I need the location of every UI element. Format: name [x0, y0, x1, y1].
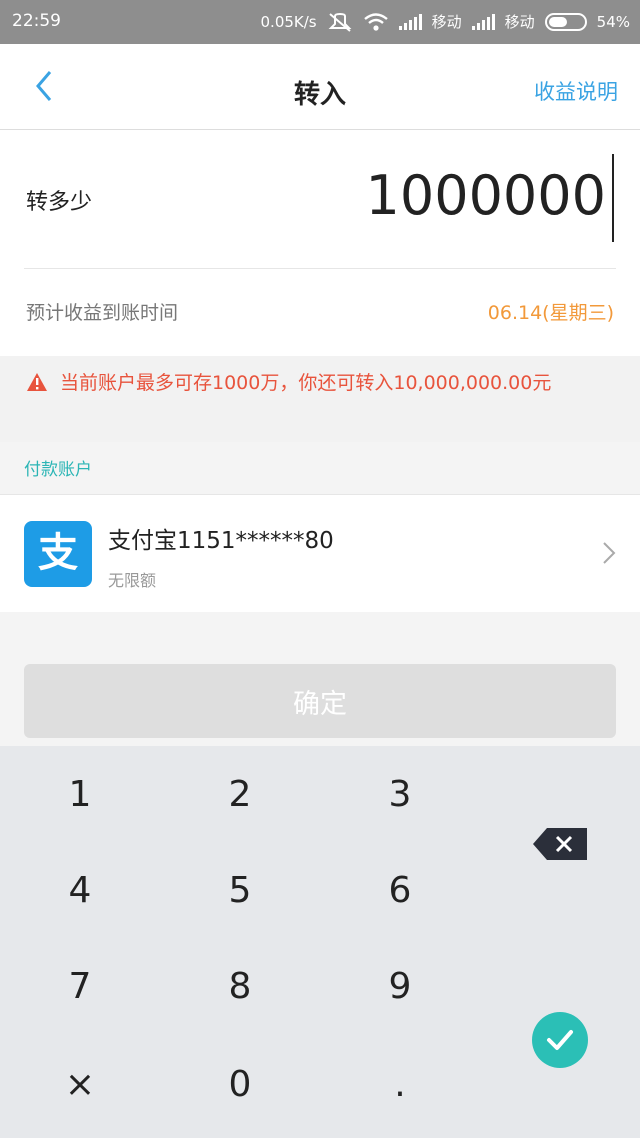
mute-icon [328, 12, 352, 32]
confirm-key[interactable] [532, 1012, 588, 1068]
network-speed: 0.05K/s [260, 12, 317, 31]
chevron-right-icon [603, 542, 616, 564]
key-8[interactable]: 8 [160, 938, 320, 1034]
signal-icon [398, 13, 422, 30]
warning-text: 当前账户最多可存1000万，你还可转入10,000,000.00元 [60, 372, 552, 394]
key-4[interactable]: 4 [0, 842, 160, 938]
wifi-icon [363, 12, 388, 31]
limit-warning: 当前账户最多可存1000万，你还可转入10,000,000.00元 [0, 356, 640, 442]
amount-section: 转多少 1000000 预计收益到账时间 06.14(星期三) [0, 130, 640, 356]
warning-icon [27, 373, 47, 391]
key-5[interactable]: 5 [160, 842, 320, 938]
payment-account-row[interactable]: 支 支付宝1151******80 无限额 [0, 494, 640, 612]
battery-percent: 54% [596, 12, 630, 31]
carrier-1: 移动 [431, 13, 462, 31]
key-6[interactable]: 6 [320, 842, 480, 938]
account-name: 支付宝1151******80 [108, 528, 334, 554]
status-time: 22:59 [12, 11, 61, 31]
amount-label: 转多少 [26, 190, 93, 215]
alipay-logo-icon: 支 [24, 521, 92, 587]
status-right: 0.05K/s 移动 移动 54% [261, 11, 630, 32]
backspace-icon[interactable] [533, 828, 587, 860]
arrival-date: 06.14(星期三) [487, 302, 614, 324]
key-2[interactable]: 2 [160, 746, 320, 842]
carrier-2: 移动 [504, 13, 535, 31]
account-limit: 无限额 [108, 571, 157, 590]
status-bar: 22:59 0.05K/s 移动 移动 54% [0, 0, 640, 44]
numeric-keypad: 1 2 3 4 5 6 7 8 9 × 0 . [0, 746, 640, 1138]
nav-bar: 转入 收益说明 [0, 44, 640, 130]
earnings-info-link[interactable]: 收益说明 [534, 76, 618, 106]
divider [24, 268, 616, 269]
confirm-button[interactable]: 确定 [24, 664, 616, 738]
amount-input[interactable]: 1000000 [366, 164, 607, 227]
check-icon [547, 1030, 573, 1050]
key-dot[interactable]: . [320, 1036, 480, 1132]
signal-icon-2 [471, 13, 495, 30]
arrival-time-label: 预计收益到账时间 [26, 302, 179, 324]
key-3[interactable]: 3 [320, 746, 480, 842]
key-0[interactable]: 0 [160, 1036, 320, 1132]
key-close[interactable]: × [0, 1036, 160, 1132]
payment-account-title: 付款账户 [24, 460, 92, 480]
key-9[interactable]: 9 [320, 938, 480, 1034]
key-7[interactable]: 7 [0, 938, 160, 1034]
battery-icon [544, 12, 587, 31]
key-1[interactable]: 1 [0, 746, 160, 842]
text-cursor [612, 154, 614, 242]
